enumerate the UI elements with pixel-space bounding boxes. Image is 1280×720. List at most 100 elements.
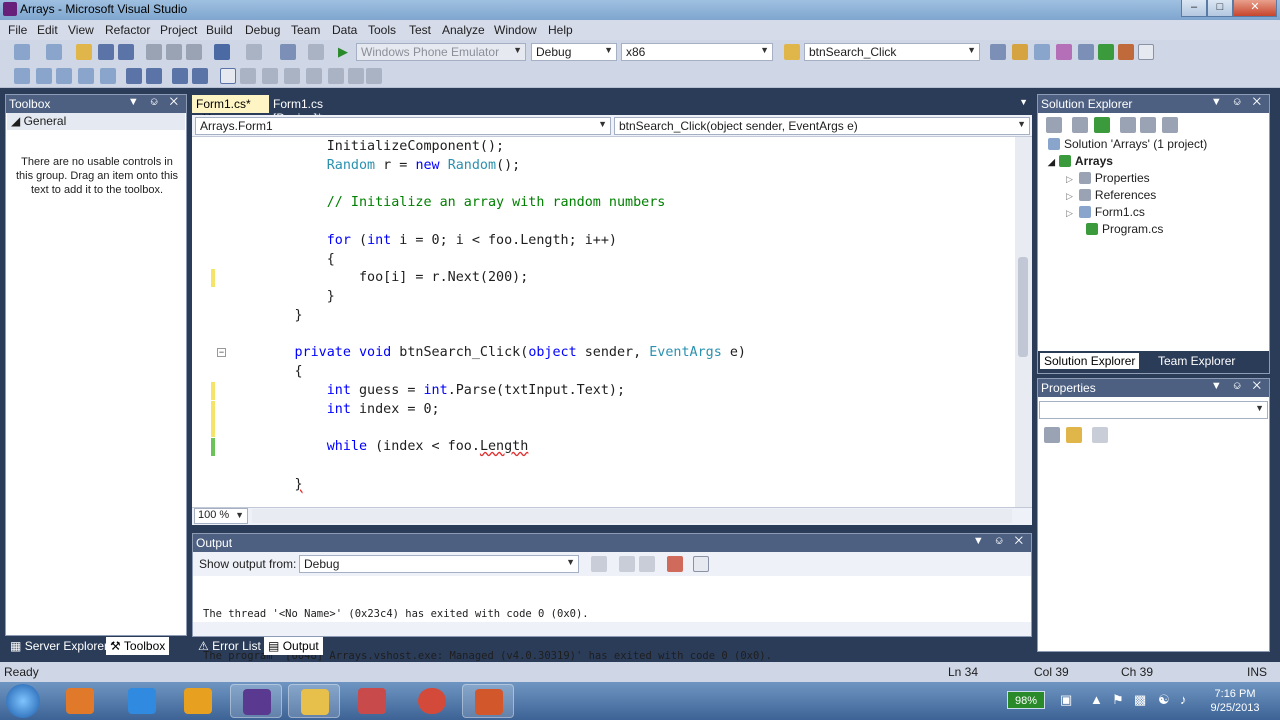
network-icon[interactable]: ▩	[1134, 692, 1146, 708]
tab-output[interactable]: ▤ Output	[264, 637, 323, 655]
tab-error-list[interactable]: ⚠ Error List	[194, 637, 265, 655]
close-button[interactable]: ✕	[1233, 0, 1277, 17]
new-project-icon[interactable]	[14, 44, 30, 60]
tree-program-cs[interactable]: Program.cs	[1086, 222, 1163, 236]
tree-references[interactable]: ▷ References	[1066, 188, 1156, 202]
maximize-button[interactable]: □	[1207, 0, 1233, 17]
menu-project[interactable]: Project	[160, 23, 197, 37]
alphabetical-icon[interactable]	[1066, 427, 1082, 443]
undo-icon[interactable]	[214, 44, 230, 60]
taskbar-media-player[interactable]	[54, 684, 106, 718]
find-in-files-icon[interactable]	[784, 44, 800, 60]
start-debugging-icon[interactable]: ▶	[338, 44, 348, 60]
view-code-icon[interactable]	[1120, 117, 1136, 133]
taskbar-visual-studio[interactable]	[230, 684, 282, 718]
previous-message-icon[interactable]	[619, 556, 635, 572]
show-hidden-icons-icon[interactable]: ▲	[1090, 692, 1103, 707]
find-combo[interactable]: btnSearch_Click ▼	[804, 43, 980, 61]
next-bookmark-icon[interactable]	[262, 68, 278, 84]
action-center-flag-icon[interactable]: ⚑	[1112, 692, 1124, 708]
copy-icon[interactable]	[166, 44, 182, 60]
tree-form1-cs[interactable]: ▷ Form1.cs	[1066, 205, 1145, 219]
editor-vertical-scrollbar[interactable]	[1015, 137, 1032, 507]
open-file-icon[interactable]	[76, 44, 92, 60]
menu-test[interactable]: Test	[409, 23, 431, 37]
tab-list-dropdown-icon[interactable]: ▼	[1019, 97, 1028, 107]
save-icon[interactable]	[98, 44, 114, 60]
navigate-backward-icon[interactable]	[280, 44, 296, 60]
editor-horizontal-scrollbar[interactable]	[252, 509, 1012, 523]
refresh-icon[interactable]	[1094, 117, 1110, 133]
toolbox-toolbar-icon[interactable]	[1056, 44, 1072, 60]
tree-properties[interactable]: ▷ Properties	[1066, 171, 1150, 185]
decrease-indent-icon[interactable]	[126, 68, 142, 84]
view-class-diagram-icon[interactable]	[1162, 117, 1178, 133]
display-object-member-list-icon[interactable]	[14, 68, 30, 84]
previous-bookmark-document-icon[interactable]	[328, 68, 344, 84]
output-horizontal-scrollbar[interactable]	[193, 622, 1031, 636]
solution-explorer-toolbar-icon[interactable]	[990, 44, 1006, 60]
tab-team-explorer[interactable]: Team Explorer	[1158, 354, 1235, 368]
menu-analyze[interactable]: Analyze	[442, 23, 485, 37]
tab-form1-cs[interactable]: Form1.cs* ✕	[192, 95, 269, 125]
debug-target-combo[interactable]: Windows Phone Emulator ▼	[356, 43, 526, 61]
view-designer-icon[interactable]	[1140, 117, 1156, 133]
menu-help[interactable]: Help	[548, 23, 573, 37]
next-message-icon[interactable]	[639, 556, 655, 572]
next-bookmark-folder-icon[interactable]	[306, 68, 322, 84]
pane-controls[interactable]: ▼ ⎉ ✕	[128, 96, 182, 109]
extension-manager-icon[interactable]	[1118, 44, 1134, 60]
navigate-forward-icon[interactable]	[308, 44, 324, 60]
clear-bookmarks-icon[interactable]	[366, 68, 382, 84]
object-browser-icon[interactable]	[1034, 44, 1050, 60]
tab-server-explorer[interactable]: ▦ Server Explorer	[6, 637, 112, 655]
menu-window[interactable]: Window	[494, 23, 537, 37]
tab-toolbox[interactable]: ⚒ Toolbox	[106, 637, 170, 655]
cut-icon[interactable]	[146, 44, 162, 60]
menu-refactor[interactable]: Refactor	[105, 23, 150, 37]
platform-combo[interactable]: x86 ▼	[621, 43, 773, 61]
start-button-icon[interactable]	[6, 684, 40, 718]
pane-controls[interactable]: ▼ ⎉ ✕	[1211, 380, 1265, 393]
start-page-icon[interactable]	[1098, 44, 1114, 60]
zoom-combo[interactable]: 100 % ▼	[194, 508, 248, 524]
code-editor[interactable]: InitializeComponent(); Random r = new Ra…	[192, 137, 1032, 507]
toggle-completion-mode-icon[interactable]	[100, 68, 116, 84]
system-clock[interactable]: 7:16 PM 9/25/2013	[1200, 687, 1270, 715]
show-all-files-icon[interactable]	[1072, 117, 1088, 133]
property-pages-icon[interactable]	[1092, 427, 1108, 443]
outline-collapse-icon[interactable]: −	[217, 348, 226, 358]
next-bookmark-document-icon[interactable]	[348, 68, 364, 84]
tab-form1-design[interactable]: Form1.cs [Design]*	[269, 95, 379, 125]
properties-object-combo[interactable]: ▼	[1039, 401, 1268, 419]
tree-solution[interactable]: Solution 'Arrays' (1 project)	[1048, 137, 1207, 151]
battery-indicator[interactable]: 98%	[1007, 691, 1045, 709]
taskbar-outlook[interactable]	[172, 684, 224, 718]
previous-bookmark-icon[interactable]	[240, 68, 256, 84]
paste-icon[interactable]	[186, 44, 202, 60]
command-window-icon[interactable]	[1138, 44, 1154, 60]
display-parameter-info-icon[interactable]	[36, 68, 52, 84]
menu-team[interactable]: Team	[291, 23, 320, 37]
display-word-completion-icon[interactable]	[78, 68, 94, 84]
collapsed-arrow-icon[interactable]: ▷	[1066, 191, 1073, 201]
configuration-combo[interactable]: Debug ▼	[531, 43, 617, 61]
toolbox-group-general[interactable]: ◢ General	[7, 113, 185, 130]
volume-icon[interactable]: ♪	[1180, 692, 1187, 707]
toggle-bookmark-icon[interactable]	[220, 68, 236, 84]
member-dropdown[interactable]: btnSearch_Click(object sender, EventArgs…	[614, 117, 1030, 135]
taskbar-internet-explorer[interactable]	[116, 684, 168, 718]
tree-project[interactable]: ◢ Arrays	[1048, 154, 1113, 168]
collapsed-arrow-icon[interactable]: ▷	[1066, 174, 1073, 184]
menu-build[interactable]: Build	[206, 23, 233, 37]
previous-bookmark-folder-icon[interactable]	[284, 68, 300, 84]
power-icon[interactable]: ▣	[1060, 692, 1072, 708]
minimize-button[interactable]: –	[1181, 0, 1207, 17]
increase-indent-icon[interactable]	[146, 68, 162, 84]
class-dropdown[interactable]: Arrays.Form1 ▼	[195, 117, 611, 135]
taskbar-powerpoint[interactable]	[462, 684, 514, 718]
menu-edit[interactable]: Edit	[37, 23, 58, 37]
pane-controls[interactable]: ▼ ⎉ ✕	[1211, 96, 1265, 109]
scrollbar-thumb[interactable]	[1018, 257, 1028, 357]
wifi-icon[interactable]: ☯	[1158, 692, 1170, 708]
